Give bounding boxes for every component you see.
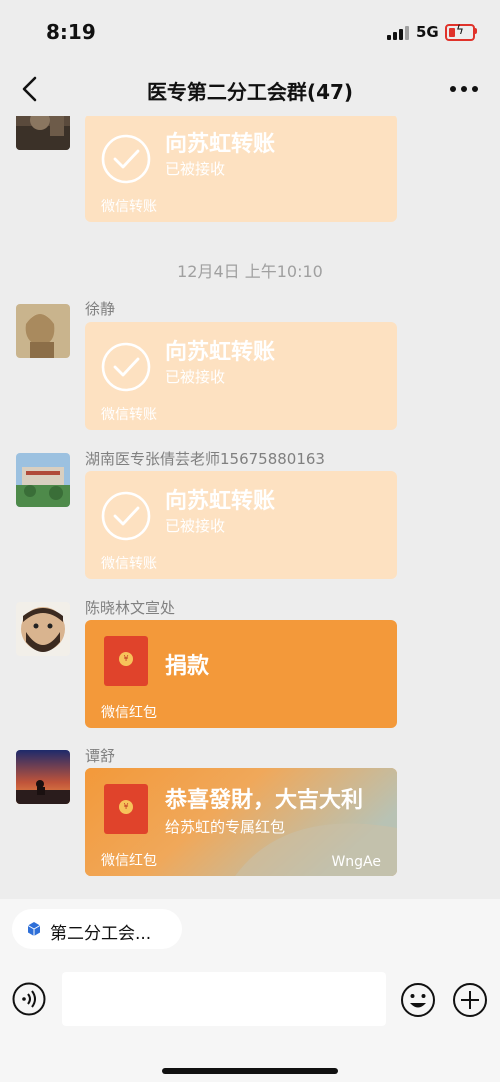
transfer-status: 已被接收 [165, 160, 226, 178]
status-bar: 8:19 5G ϟ [0, 0, 500, 62]
message-input[interactable] [62, 972, 386, 1026]
chip-label: 第二分工会... [50, 924, 152, 944]
transfer-title: 向苏虹转账 [165, 489, 276, 514]
voice-button[interactable] [12, 982, 46, 1016]
red-packet-footer: 微信红包 [101, 853, 157, 869]
transfer-footer: 微信转账 [101, 407, 157, 423]
cover-watermark: WngAe [331, 854, 381, 870]
back-button[interactable] [14, 72, 48, 106]
transfer-title: 向苏虹转账 [165, 132, 276, 157]
red-packet-icon: ¥ [104, 784, 148, 834]
voice-icon [12, 982, 46, 1016]
transfer-status: 已被接收 [165, 517, 226, 535]
input-area: 第二分工会... [0, 899, 500, 1082]
signal-icon [387, 26, 409, 40]
red-packet-bubble[interactable]: ¥ 捐款 微信红包 [85, 620, 397, 728]
transfer-footer: 微信转账 [101, 199, 157, 215]
sender-name: 谭舒 [85, 747, 116, 765]
chat-timestamp: 12月4日 上午10:10 [177, 262, 323, 281]
chat-title: 医专第二分工会群(47) [146, 80, 354, 104]
more-actions-button[interactable] [452, 982, 488, 1018]
avatar[interactable] [16, 750, 70, 804]
plus-icon [453, 983, 487, 1017]
check-circle-icon [101, 134, 151, 184]
transfer-bubble[interactable]: 向苏虹转账 已被接收 微信转账 [85, 471, 397, 579]
avatar[interactable] [16, 116, 70, 150]
chat-messages[interactable]: 向苏虹转账 已被接收 微信转账 12月4日 上午10:10 徐静 向苏虹转账 已… [0, 116, 500, 899]
avatar[interactable] [16, 304, 70, 358]
transfer-title: 向苏虹转账 [165, 340, 276, 365]
emoji-icon [401, 983, 435, 1017]
sender-name: 徐静 [85, 300, 116, 318]
sender-name: 陈晓林文宣处 [85, 599, 176, 617]
avatar[interactable] [16, 453, 70, 507]
red-packet-title: 捐款 [165, 654, 210, 679]
transfer-bubble[interactable]: 向苏虹转账 已被接收 微信转账 [85, 116, 397, 222]
transfer-bubble[interactable]: 向苏虹转账 已被接收 微信转账 [85, 322, 397, 430]
home-indicator [162, 1068, 338, 1074]
avatar[interactable] [16, 602, 70, 656]
red-packet-subtitle: 给苏虹的专属红包 [165, 818, 286, 836]
network-type: 5G [416, 23, 439, 41]
status-time: 8:19 [46, 20, 96, 44]
check-circle-icon [101, 342, 151, 392]
red-packet-bubble[interactable]: ¥ 恭喜發財，大吉大利 给苏虹的专属红包 微信红包 WngAe [85, 768, 397, 876]
red-packet-footer: 微信红包 [101, 705, 157, 721]
check-circle-icon [101, 491, 151, 541]
red-packet-icon: ¥ [104, 636, 148, 686]
more-button[interactable] [446, 74, 482, 104]
nav-bar: 医专第二分工会群(47) [0, 62, 500, 116]
cube-icon [27, 922, 41, 936]
transfer-footer: 微信转账 [101, 556, 157, 572]
more-dots-icon [450, 86, 478, 92]
chevron-left-icon [22, 76, 37, 102]
sender-name: 湖南医专张倩芸老师15675880163 [85, 450, 325, 468]
group-shortcut-chip[interactable]: 第二分工会... [12, 909, 182, 949]
red-packet-title: 恭喜發財，大吉大利 [165, 788, 364, 813]
battery-cap [474, 28, 477, 34]
emoji-button[interactable] [400, 982, 436, 1018]
transfer-status: 已被接收 [165, 368, 226, 386]
battery-icon: ϟ [445, 23, 475, 41]
